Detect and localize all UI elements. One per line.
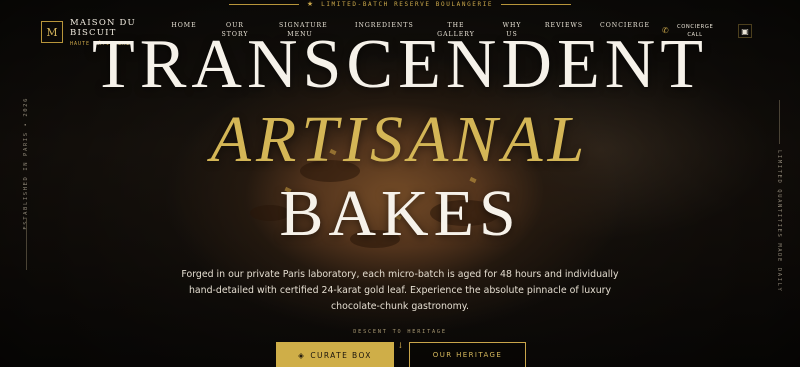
headline-line-2: ARTISANAL (210, 103, 590, 176)
banner-divider (228, 3, 299, 5)
headline-line-1: TRANSCENDENT (91, 26, 709, 103)
banner-text: LIMITED-BATCH RESERVE BOULANGERIE (321, 0, 494, 8)
our-heritage-label: OUR HERITAGE (432, 351, 503, 359)
our-heritage-button[interactable]: OUR HERITAGE (409, 342, 526, 367)
curate-box-button[interactable]: ◈ CURATE BOX (276, 342, 394, 367)
headline-line-3: BAKES (279, 177, 521, 250)
banner-divider (501, 3, 572, 5)
curate-box-label: CURATE BOX (310, 350, 372, 360)
arrow-down-icon[interactable]: ↓ (397, 341, 404, 350)
star-icon: ★ (306, 0, 314, 8)
box-icon: ◈ (298, 350, 306, 360)
hero-description: Forged in our private Paris laboratory, … (181, 269, 619, 312)
scroll-label: DESCENT TO HERITAGE (353, 329, 447, 335)
top-banner: ★ LIMITED-BATCH RESERVE BOULANGERIE (0, 0, 800, 9)
